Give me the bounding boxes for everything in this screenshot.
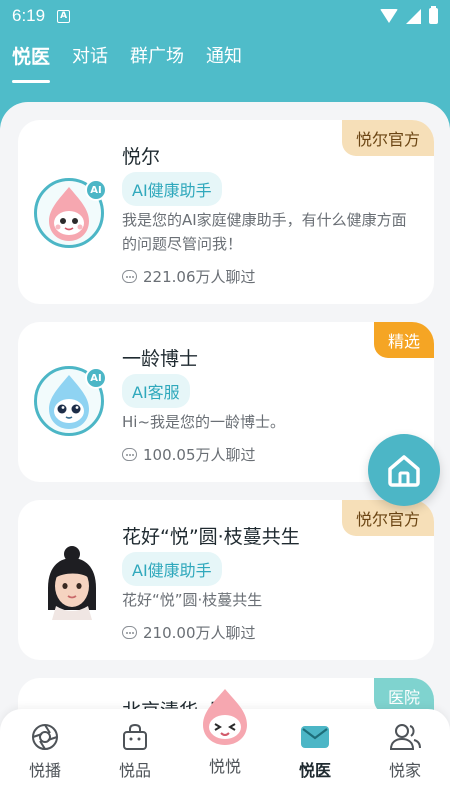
chat-count-text: 210.00万人聊过	[143, 624, 256, 642]
shopping-bag-icon	[119, 721, 151, 753]
nav-label: 悦播	[28, 761, 61, 780]
chat-count: 210.00万人聊过	[122, 622, 256, 643]
status-time: 6:19	[12, 6, 46, 25]
nav-yueyue[interactable]: 悦悦	[180, 689, 270, 801]
chat-bubble-icon	[122, 626, 137, 639]
card-description: 我是您的AI家庭健康助手，有什么健康方面的问题尽管问我！	[122, 211, 407, 253]
accessibility-icon: A	[57, 9, 71, 23]
bottom-nav: 悦播 悦品 悦悦 悦医 悦家	[0, 689, 450, 801]
category-tag: AI健康助手	[122, 552, 222, 586]
tab-group-square[interactable]: 群广场	[130, 36, 184, 68]
card-description: Hi~我是您的一龄博士。	[122, 413, 286, 431]
chat-count: 221.06万人聊过	[122, 266, 256, 287]
home-button[interactable]	[368, 434, 440, 506]
nav-yuebo[interactable]: 悦播	[0, 709, 90, 801]
top-tabs: 悦医 对话 群广场 通知	[0, 36, 450, 86]
wifi-icon	[380, 9, 398, 23]
nav-yuepin[interactable]: 悦品	[90, 709, 180, 801]
avatar	[34, 544, 110, 620]
battery-icon	[429, 6, 438, 24]
home-icon	[388, 455, 420, 487]
chat-bubble-icon	[122, 270, 137, 283]
people-icon	[389, 721, 421, 753]
card-title: 悦尔	[122, 146, 161, 168]
chat-count-text: 221.06万人聊过	[143, 268, 256, 286]
avatar: AI	[34, 178, 107, 248]
official-badge: 悦尔官方	[341, 120, 434, 156]
ai-badge: AI	[85, 179, 107, 201]
aperture-icon	[29, 721, 61, 753]
nav-yueyi[interactable]: 悦医	[270, 709, 360, 801]
category-tag: AI健康助手	[122, 172, 222, 206]
mascot-icon	[203, 689, 247, 745]
tab-dialog[interactable]: 对话	[72, 36, 108, 68]
signal-icon	[406, 8, 421, 24]
status-indicators	[380, 6, 438, 24]
chat-bubble-icon	[122, 448, 137, 461]
card-title: 一龄博士	[122, 348, 199, 370]
nav-label: 悦悦	[208, 757, 241, 776]
card-description: 花好“悦”圆·枝蔓共生	[122, 591, 263, 609]
nav-yuejia[interactable]: 悦家	[360, 709, 450, 801]
assistant-card[interactable]: 悦尔官方 AI 悦尔 AI健康助手 我是您的AI家庭健康助手，有什么健康方面的问…	[18, 120, 434, 304]
avatar: AI	[34, 366, 107, 436]
assistant-card[interactable]: 悦尔官方 花好“悦”圆·枝蔓共生 AI健康助手 花好“悦”圆·枝蔓共生 210.…	[18, 500, 434, 660]
featured-badge: 精选	[373, 322, 434, 358]
chat-count-text: 100.05万人聊过	[143, 446, 256, 464]
nav-label: 悦品	[118, 761, 151, 780]
nav-label: 悦医	[298, 761, 331, 780]
category-tag: AI客服	[122, 374, 190, 408]
status-bar: 6:19 A	[0, 0, 450, 32]
girl-avatar-icon	[48, 546, 96, 620]
official-badge: 悦尔官方	[341, 500, 434, 536]
envelope-icon	[299, 721, 331, 753]
tab-notifications[interactable]: 通知	[206, 36, 242, 68]
card-title: 花好“悦”圆·枝蔓共生	[122, 526, 300, 548]
nav-label: 悦家	[388, 761, 421, 780]
chat-count: 100.05万人聊过	[122, 444, 256, 465]
tab-yueyi[interactable]: 悦医	[12, 36, 51, 83]
ai-badge: AI	[85, 367, 107, 389]
